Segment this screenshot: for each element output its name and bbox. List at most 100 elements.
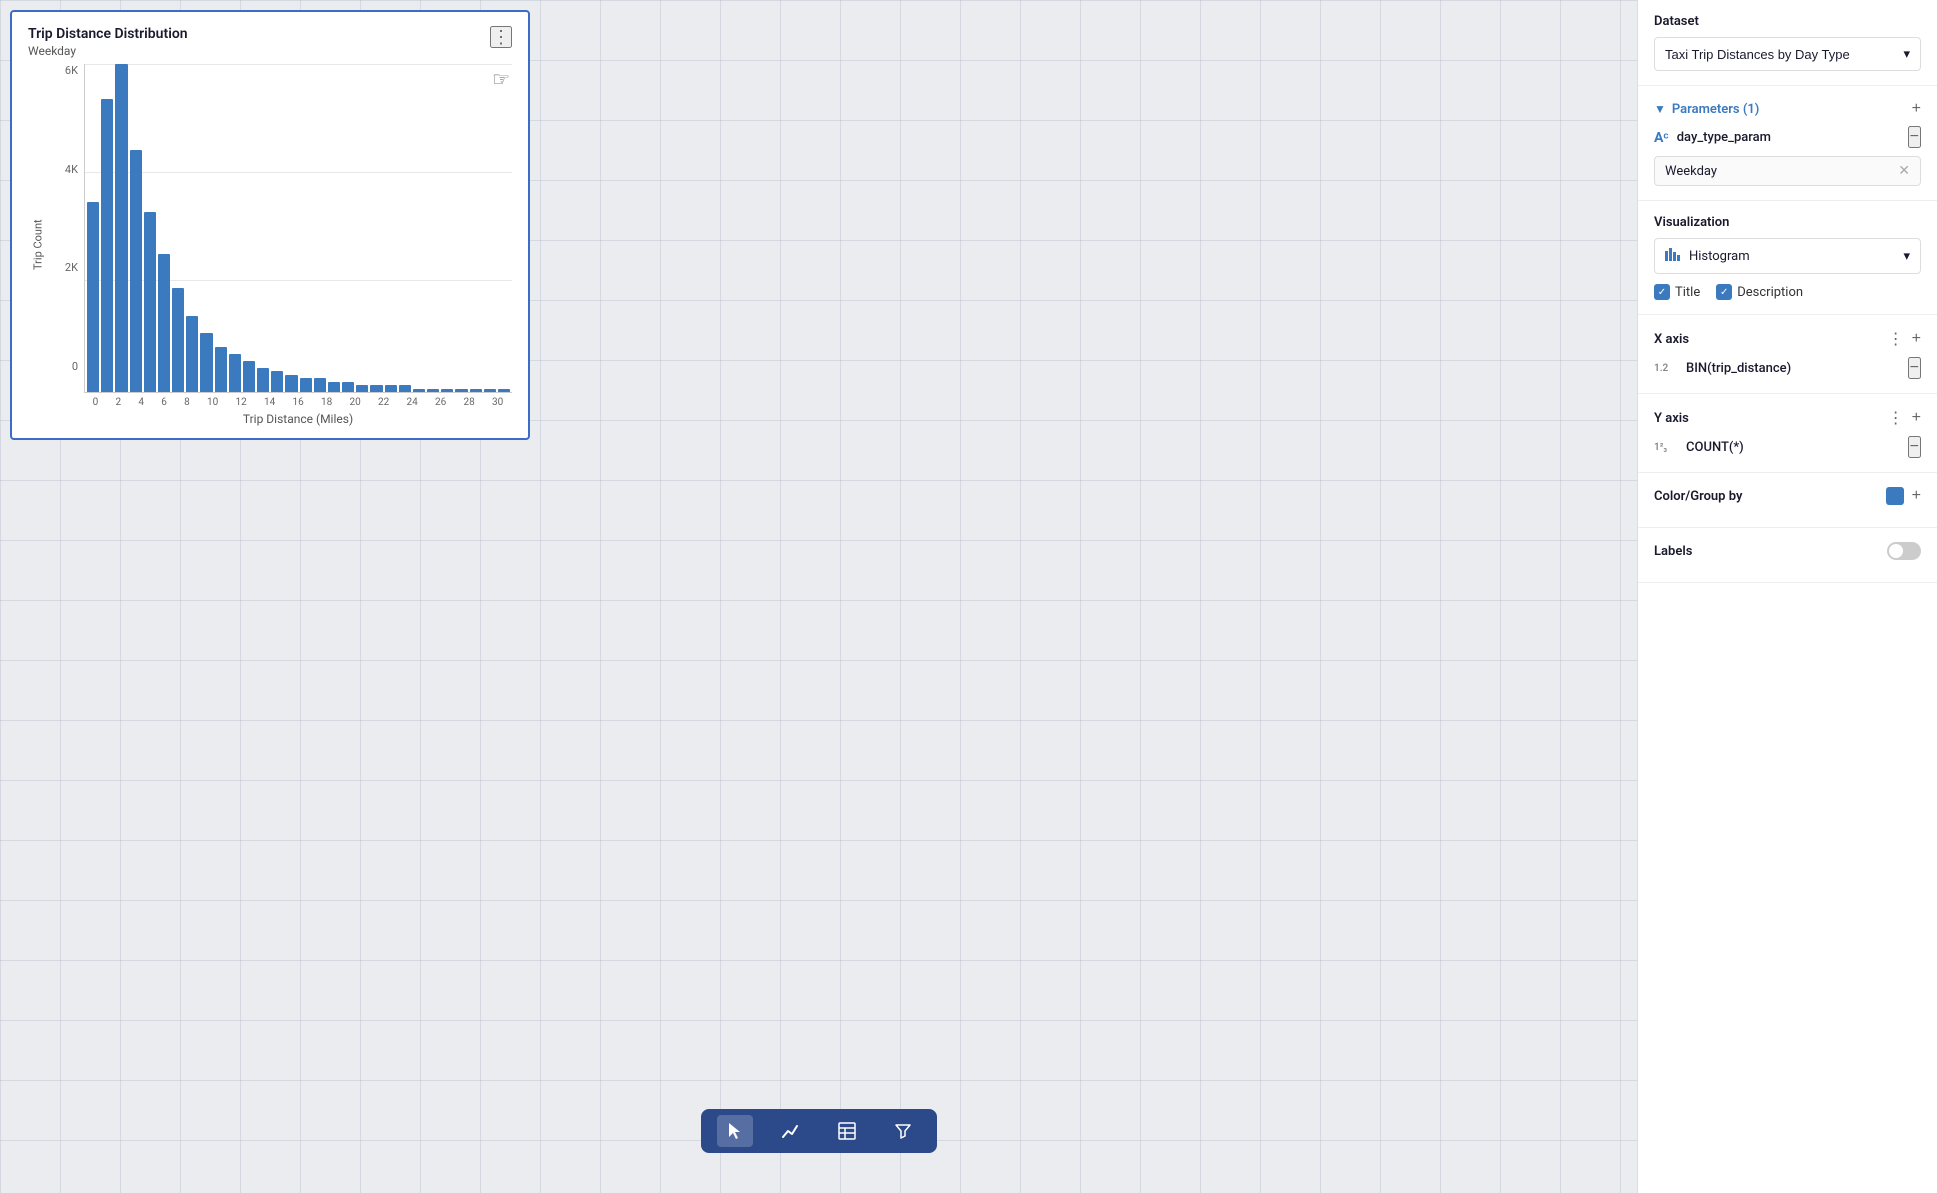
chart-plot-area: 6K 4K 2K 0 [48, 64, 512, 393]
y-axis-menu-button[interactable]: ⋮ [1888, 408, 1904, 428]
labels-toggle-thumb [1889, 544, 1903, 558]
x-axis-tick: 2 [116, 397, 122, 408]
y-tick-6k: 6K [65, 64, 78, 77]
histogram-bar [441, 389, 453, 392]
x-axis-tick: 14 [264, 397, 275, 408]
param-name: day_type_param [1677, 130, 1771, 145]
description-checkbox-label: Description [1737, 285, 1803, 300]
x-axis-tick: 22 [378, 397, 389, 408]
histogram-bar [115, 64, 127, 392]
x-axis-menu-button[interactable]: ⋮ [1888, 329, 1904, 349]
dataset-dropdown[interactable]: Taxi Trip Distances by Day Type ▾ [1654, 37, 1921, 71]
bottom-toolbar [701, 1109, 937, 1153]
histogram-bar [200, 333, 212, 392]
pointer-tool-button[interactable] [717, 1115, 753, 1147]
x-field-type: 1.2 [1654, 363, 1678, 374]
labels-toggle[interactable] [1887, 542, 1921, 560]
x-axis-tick: 30 [492, 397, 503, 408]
x-axis-tick: 8 [184, 397, 190, 408]
color-group-icons: + [1886, 487, 1921, 505]
filter-tool-button[interactable] [885, 1115, 921, 1147]
parameters-header: ▼ Parameters (1) + [1654, 100, 1921, 118]
histogram-bar [498, 389, 510, 392]
y-ticks: 6K 4K 2K 0 [48, 64, 84, 393]
y-axis-header: Y axis ⋮ + [1654, 408, 1921, 428]
y-tick-0: 0 [72, 360, 78, 373]
x-axis-label: Trip Distance (Miles) [48, 412, 512, 426]
params-header-group: ▼ Parameters (1) [1654, 102, 1759, 117]
params-title: Parameters (1) [1672, 102, 1759, 117]
dataset-section: Dataset Taxi Trip Distances by Day Type … [1638, 0, 1937, 86]
color-group-header: Color/Group by + [1654, 487, 1921, 505]
histogram-bar [243, 361, 255, 392]
histogram-bar [130, 150, 142, 392]
x-axis-tick: 0 [93, 397, 99, 408]
histogram-bar [87, 202, 99, 392]
x-axis-header: X axis ⋮ + [1654, 329, 1921, 349]
dataset-header: Dataset [1654, 14, 1921, 29]
histogram-bar [229, 354, 241, 392]
color-group-title: Color/Group by [1654, 489, 1742, 504]
x-axis-tick: 4 [138, 397, 144, 408]
chart-tool-button[interactable] [773, 1115, 809, 1147]
dataset-dropdown-label: Taxi Trip Distances by Day Type [1665, 47, 1850, 62]
params-chevron-icon: ▼ [1654, 102, 1666, 116]
table-tool-button[interactable] [829, 1115, 865, 1147]
x-axis-icons: ⋮ + [1888, 329, 1921, 349]
histogram-bar [413, 389, 425, 392]
chart-menu-button[interactable]: ⋮ [490, 26, 512, 48]
y-tick-2k: 2K [65, 261, 78, 274]
histogram-bar [484, 389, 496, 392]
add-y-axis-button[interactable]: + [1912, 409, 1921, 427]
title-checkbox[interactable]: ✓ [1654, 284, 1670, 300]
color-group-section: Color/Group by + [1638, 473, 1937, 528]
y-field-name: COUNT(*) [1686, 440, 1900, 455]
y-field-type: 1²₃ [1654, 442, 1678, 453]
labels-title: Labels [1654, 544, 1692, 559]
y-axis-section: Y axis ⋮ + 1²₃ COUNT(*) − [1638, 394, 1937, 473]
visualization-section: Visualization Histogram ▾ ✓ Title [1638, 201, 1937, 315]
histogram-bar [215, 347, 227, 392]
y-axis-title: Y axis [1654, 411, 1689, 426]
labels-section: Labels [1638, 528, 1937, 583]
remove-y-field-button[interactable]: − [1908, 436, 1921, 458]
title-checkbox-group: ✓ Title [1654, 284, 1700, 300]
chart-card-titles: Trip Distance Distribution Weekday [28, 26, 188, 58]
canvas-area: Trip Distance Distribution Weekday ⋮ Tri… [0, 0, 1637, 1193]
labels-header: Labels [1654, 542, 1921, 560]
remove-param-button[interactable]: − [1908, 126, 1921, 148]
x-axis-tick: 26 [435, 397, 446, 408]
histogram-bar [101, 99, 113, 392]
x-axis-section: X axis ⋮ + 1.2 BIN(trip_distance) − [1638, 315, 1937, 394]
x-axis-tick: 6 [161, 397, 167, 408]
param-clear-icon[interactable]: ✕ [1898, 163, 1910, 179]
y-axis-field-row: 1²₃ COUNT(*) − [1654, 436, 1921, 458]
remove-x-field-button[interactable]: − [1908, 357, 1921, 379]
add-color-group-button[interactable]: + [1912, 487, 1921, 505]
add-param-button[interactable]: + [1912, 100, 1921, 118]
viz-options: ✓ Title ✓ Description [1654, 284, 1921, 300]
bars-area [84, 64, 512, 393]
color-swatch [1886, 487, 1904, 505]
histogram-bar [455, 389, 467, 392]
x-axis-ticks: 024681012141618202224262830 [48, 397, 512, 408]
y-axis-icons: ⋮ + [1888, 408, 1921, 428]
histogram-bar [370, 385, 382, 392]
bars-container [85, 64, 512, 392]
x-field-name: BIN(trip_distance) [1686, 361, 1900, 376]
viz-type-dropdown[interactable]: Histogram ▾ [1654, 238, 1921, 274]
x-axis-tick: 24 [407, 397, 418, 408]
histogram-bar [172, 288, 184, 392]
viz-dropdown-chevron: ▾ [1903, 249, 1910, 264]
y-axis-label: Trip Count [28, 64, 48, 426]
dataset-dropdown-chevron: ▾ [1903, 46, 1910, 62]
histogram-bar [328, 382, 340, 392]
description-checkbox[interactable]: ✓ [1716, 284, 1732, 300]
histogram-bar [314, 378, 326, 392]
histogram-icon [1665, 247, 1681, 265]
histogram-bar [300, 378, 312, 392]
x-axis-title: X axis [1654, 332, 1689, 347]
x-axis-tick: 16 [293, 397, 304, 408]
param-value: Weekday [1665, 164, 1717, 179]
add-x-axis-button[interactable]: + [1912, 330, 1921, 348]
